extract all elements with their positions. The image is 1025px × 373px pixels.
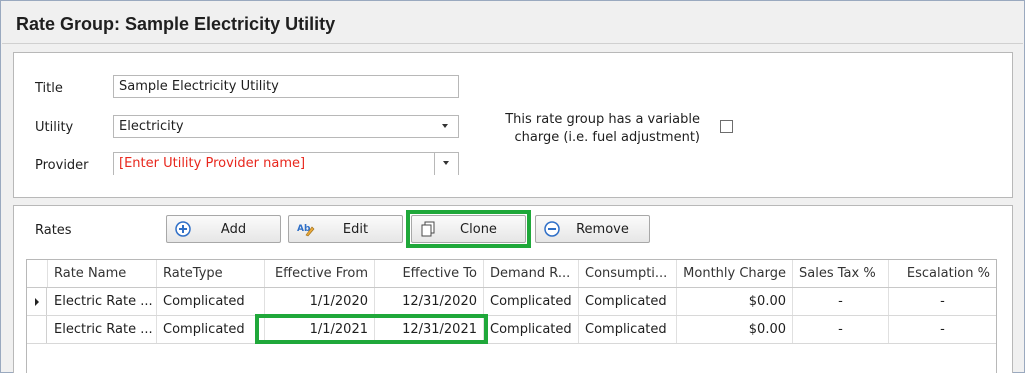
utility-label: Utility — [35, 120, 74, 135]
variable-charge-label-line1: This rate group has a variable — [505, 112, 700, 127]
remove-button[interactable]: Remove — [535, 215, 650, 243]
column-header-sales-tax[interactable]: Sales Tax % — [793, 260, 889, 287]
rates-label: Rates — [35, 223, 72, 238]
column-header-monthly-charge[interactable]: Monthly Charge — [677, 260, 793, 287]
cell-demand-rate[interactable]: Complicated — [484, 316, 579, 343]
remove-button-label: Remove — [576, 222, 629, 237]
row-indicator — [27, 316, 47, 343]
variable-charge-label: This rate group has a variable charge (i… — [505, 111, 700, 147]
title-label: Title — [35, 81, 63, 96]
rate-group-window: Rate Group: Sample Electricity Utility T… — [0, 0, 1025, 373]
cell-consumption[interactable]: Complicated — [579, 288, 677, 315]
grid-header-row: Rate Name RateType Effective From Effect… — [27, 260, 996, 288]
column-header-escalation[interactable]: Escalation % — [889, 260, 996, 287]
variable-charge-checkbox[interactable] — [720, 120, 733, 133]
cell-sales-tax[interactable]: - — [793, 316, 889, 343]
row-indicator-icon — [35, 298, 39, 306]
chevron-down-icon[interactable] — [434, 116, 458, 137]
cell-rate-name[interactable]: Electric Rate ... — [48, 316, 157, 343]
provider-select[interactable]: [Enter Utility Provider name] — [113, 152, 459, 175]
column-header-consumption[interactable]: Consumpti... — [579, 260, 677, 287]
add-button[interactable]: Add — [166, 215, 281, 243]
column-header-effective-to[interactable]: Effective To — [375, 260, 484, 287]
column-header-rate-type[interactable]: RateType — [157, 260, 265, 287]
cell-rate-name[interactable]: Electric Rate ... — [48, 288, 157, 315]
utility-select-value: Electricity — [119, 119, 184, 134]
cell-sales-tax[interactable]: - — [793, 288, 889, 315]
cell-rate-type[interactable]: Complicated — [157, 288, 265, 315]
edit-button[interactable]: Ab Edit — [288, 215, 403, 243]
provider-placeholder: [Enter Utility Provider name] — [119, 156, 306, 171]
table-row[interactable]: Electric Rate ... Complicated 1/1/2020 1… — [27, 288, 996, 316]
row-indicator — [27, 288, 47, 315]
column-header-demand-rate[interactable]: Demand R... — [484, 260, 579, 287]
chevron-down-icon[interactable] — [434, 153, 458, 175]
variable-charge-label-line2: charge (i.e. fuel adjustment) — [514, 130, 701, 145]
clone-button[interactable]: Clone — [411, 215, 526, 243]
rates-grid: Rate Name RateType Effective From Effect… — [26, 259, 997, 373]
cell-effective-from[interactable]: 1/1/2021 — [265, 316, 375, 343]
column-header-effective-from[interactable]: Effective From — [265, 260, 375, 287]
add-button-label: Add — [220, 222, 247, 237]
cell-effective-to[interactable]: 12/31/2021 — [375, 316, 484, 343]
edit-button-label: Edit — [342, 222, 369, 237]
cell-rate-type[interactable]: Complicated — [157, 316, 265, 343]
column-header-rate-name[interactable]: Rate Name — [48, 260, 157, 287]
cell-demand-rate[interactable]: Complicated — [484, 288, 579, 315]
cell-escalation[interactable]: - — [889, 316, 996, 343]
cell-escalation[interactable]: - — [889, 288, 996, 315]
title-input-value: Sample Electricity Utility — [119, 79, 279, 94]
header-indicator-cell — [27, 260, 48, 287]
clone-button-label: Clone — [460, 222, 497, 237]
provider-label: Provider — [35, 158, 89, 173]
cell-consumption[interactable]: Complicated — [579, 316, 677, 343]
cell-monthly-charge[interactable]: $0.00 — [677, 316, 793, 343]
window-title-bar: Rate Group: Sample Electricity Utility — [2, 2, 1023, 44]
cell-effective-to[interactable]: 12/31/2020 — [375, 288, 484, 315]
table-row[interactable]: Electric Rate ... Complicated 1/1/2021 1… — [27, 316, 996, 344]
page-title: Rate Group: Sample Electricity Utility — [16, 14, 336, 34]
title-input[interactable]: Sample Electricity Utility — [113, 75, 459, 98]
utility-select[interactable]: Electricity — [113, 115, 459, 138]
cell-effective-from[interactable]: 1/1/2020 — [265, 288, 375, 315]
cell-monthly-charge[interactable]: $0.00 — [677, 288, 793, 315]
